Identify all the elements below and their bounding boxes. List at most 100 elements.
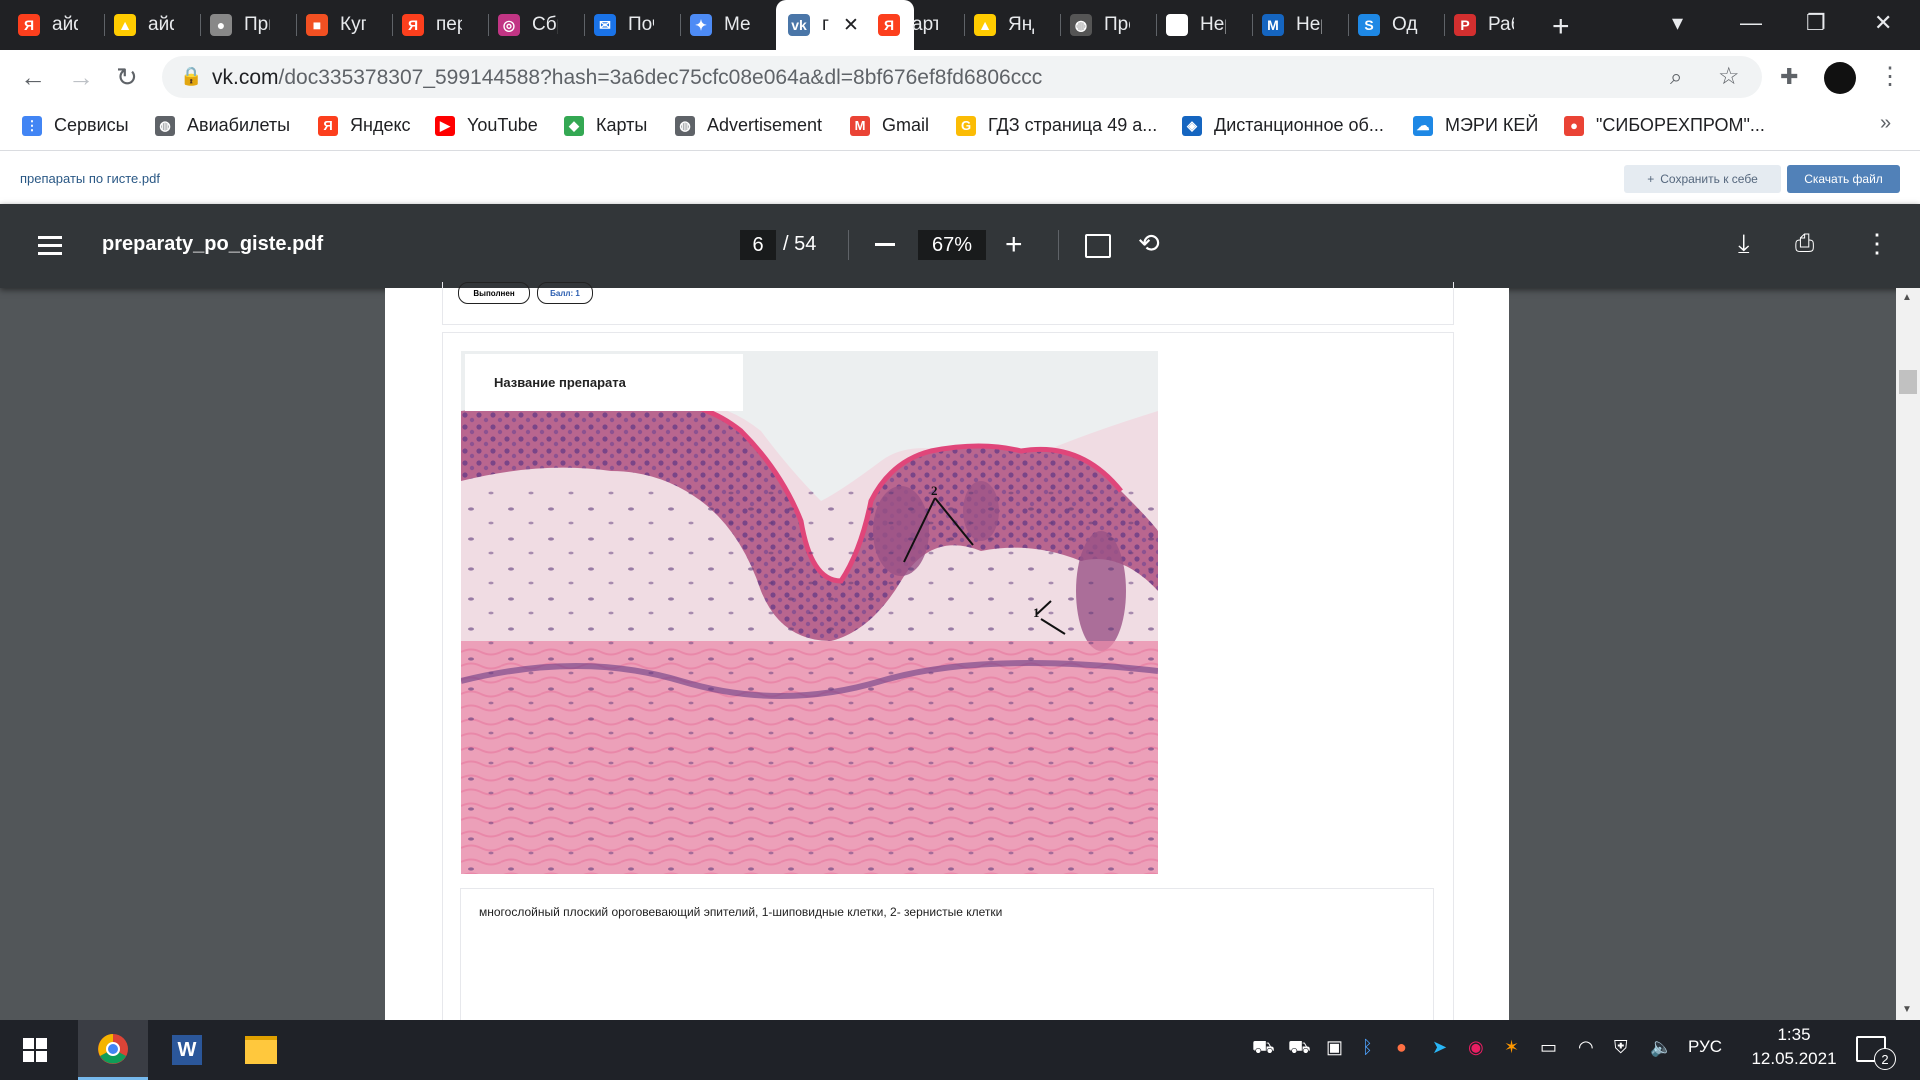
- globe-icon: ◍: [1070, 14, 1092, 36]
- minimize-button[interactable]: —: [1740, 10, 1762, 36]
- more-options-icon[interactable]: ⋮: [1864, 228, 1890, 259]
- bookmark-item[interactable]: G ГДЗ страница 49 а...: [956, 115, 1157, 136]
- bookmark-item[interactable]: M Gmail: [850, 115, 929, 136]
- download-file-button[interactable]: Скачать файл: [1787, 165, 1900, 193]
- lock-icon: 🔒: [180, 66, 203, 86]
- explorer-taskbar-icon[interactable]: [226, 1020, 296, 1080]
- zoom-icon[interactable]: ⌕: [1670, 64, 1682, 90]
- extensions-icon[interactable]: ✚: [1780, 64, 1798, 90]
- s-icon: S: [1358, 14, 1380, 36]
- bookmark-item[interactable]: Я Яндекс: [318, 115, 411, 136]
- browser-tab[interactable]: ✦ Мес: [690, 6, 750, 44]
- bookmark-item[interactable]: ◈ Дистанционное об...: [1182, 115, 1384, 136]
- bookmark-star-icon[interactable]: ☆: [1718, 62, 1740, 91]
- browser-tab[interactable]: Яарте: [878, 6, 938, 44]
- security-icon[interactable]: ⛨: [1614, 1037, 1628, 1058]
- tray-app-icon[interactable]: ✶: [1504, 1037, 1519, 1058]
- back-icon[interactable]: ←: [20, 62, 46, 93]
- browser-tab[interactable]: ◎ Сбр: [498, 6, 558, 44]
- tab-separator: [964, 14, 965, 36]
- word-taskbar-icon[interactable]: W: [152, 1020, 222, 1080]
- zoom-in-icon[interactable]: +: [1005, 228, 1023, 262]
- windows-start-icon[interactable]: [0, 1020, 70, 1080]
- browser-tab[interactable]: ◍ Пре: [1070, 6, 1130, 44]
- previous-question-card: [442, 282, 1454, 325]
- tray-app-icon[interactable]: ●: [1396, 1037, 1407, 1058]
- bookmark-item[interactable]: ▶ YouTube: [435, 115, 538, 136]
- language-indicator[interactable]: РУС: [1688, 1037, 1722, 1057]
- browser-tab[interactable]: ▤ Нер: [1166, 6, 1226, 44]
- wifi-icon[interactable]: ◠: [1578, 1037, 1594, 1058]
- zoom-out-icon[interactable]: [875, 243, 895, 246]
- bookmark-item[interactable]: ◆ Карты: [564, 115, 647, 136]
- fit-page-icon[interactable]: [1085, 234, 1111, 258]
- bookmark-label: Карты: [596, 115, 648, 135]
- restore-button[interactable]: ❐: [1806, 10, 1826, 36]
- close-tab-icon[interactable]: ✕: [843, 14, 859, 37]
- tab-separator: [488, 14, 489, 36]
- scroll-down-icon[interactable]: ▼: [1902, 1004, 1912, 1015]
- notification-count-badge: 2: [1874, 1048, 1896, 1070]
- bookmark-item[interactable]: ● "СИБОРЕХПРОМ"...: [1564, 115, 1765, 136]
- tray-app-icon[interactable]: ⛟: [1252, 1037, 1275, 1061]
- bookmark-item[interactable]: ⋮ Сервисы: [22, 115, 129, 136]
- bookmark-label: Авиабилеты: [187, 115, 291, 135]
- bookmark-label: YouTube: [467, 115, 538, 135]
- download-icon[interactable]: ⤓: [1738, 228, 1750, 260]
- messenger-icon: ✦: [690, 14, 712, 36]
- preparation-name-label: Название препарата: [494, 375, 626, 390]
- page-number-input[interactable]: 6: [740, 230, 776, 260]
- bookmark-item[interactable]: ◍ Авиабилеты: [155, 115, 290, 136]
- chrome-taskbar-icon[interactable]: [78, 1020, 148, 1080]
- browser-tab[interactable]: ▲ айф: [114, 6, 174, 44]
- browser-tab[interactable]: Япер: [402, 6, 462, 44]
- gmail-icon: M: [850, 115, 870, 136]
- print-icon[interactable]: ⎙: [1795, 230, 1814, 258]
- tray-app-icon[interactable]: ◉: [1468, 1037, 1484, 1058]
- bookmark-label: "СИБОРЕХПРОМ"...: [1596, 115, 1765, 135]
- bluetooth-icon[interactable]: ᛒ: [1362, 1037, 1373, 1058]
- vertical-scrollbar[interactable]: [1896, 288, 1920, 1020]
- bookmark-item[interactable]: ☁ МЭРИ КЕЙ: [1413, 115, 1538, 136]
- save-to-self-button[interactable]: + Сохранить к себе: [1624, 165, 1781, 193]
- menu-icon[interactable]: ⋮: [1878, 62, 1902, 91]
- browser-tab[interactable]: Яайф: [18, 6, 78, 44]
- browser-tab[interactable]: ● При: [210, 6, 270, 44]
- tab-separator: [584, 14, 585, 36]
- globe-icon: ◍: [155, 115, 175, 136]
- scroll-up-icon[interactable]: ▲: [1902, 292, 1912, 303]
- tab-search-icon[interactable]: ▾: [1672, 10, 1683, 36]
- browser-tab[interactable]: S Одн: [1358, 6, 1418, 44]
- telegram-icon[interactable]: ➤: [1432, 1037, 1447, 1058]
- toolbar-divider: [848, 230, 849, 260]
- tab-label: Рабо: [1488, 14, 1514, 35]
- battery-icon[interactable]: ▭: [1540, 1037, 1557, 1058]
- clock-date: 12.05.2021: [1751, 1049, 1837, 1068]
- zoom-level-input[interactable]: 67%: [918, 230, 986, 260]
- browser-tab[interactable]: P Рабо: [1454, 6, 1514, 44]
- apple-icon: ●: [210, 14, 232, 36]
- browser-tab[interactable]: M Нер: [1262, 6, 1322, 44]
- gdz-icon: G: [956, 115, 976, 136]
- close-window-button[interactable]: ✕: [1874, 10, 1892, 36]
- bookmark-item[interactable]: ◍ Advertisement: [675, 115, 822, 136]
- forward-icon[interactable]: →: [68, 62, 94, 93]
- reload-icon[interactable]: ↻: [116, 62, 138, 93]
- tab-label: Одн: [1392, 14, 1418, 35]
- clock[interactable]: 1:35 12.05.2021: [1744, 1025, 1844, 1069]
- bookmark-label: Gmail: [882, 115, 930, 135]
- new-tab-button[interactable]: +: [1552, 10, 1570, 44]
- browser-tab[interactable]: ■ Купи: [306, 6, 366, 44]
- volume-icon[interactable]: 🔈: [1650, 1037, 1672, 1058]
- rotate-icon[interactable]: ⟲: [1138, 228, 1160, 259]
- document-title: препараты по гисте.pdf: [20, 171, 160, 186]
- more-bookmarks-icon[interactable]: »: [1880, 112, 1891, 135]
- scrollbar-thumb[interactable]: [1899, 370, 1917, 394]
- browser-tab[interactable]: ▲ Янд: [974, 6, 1034, 44]
- url-text[interactable]: vk.com/doc335378307_599144588?hash=3a6de…: [212, 66, 1042, 90]
- tray-app-icon[interactable]: ⛟: [1288, 1037, 1311, 1061]
- browser-tab[interactable]: ✉ Поч: [594, 6, 654, 44]
- meet-icon[interactable]: ▣: [1326, 1037, 1343, 1058]
- sidebar-menu-icon[interactable]: [38, 236, 62, 255]
- avatar[interactable]: [1824, 62, 1856, 94]
